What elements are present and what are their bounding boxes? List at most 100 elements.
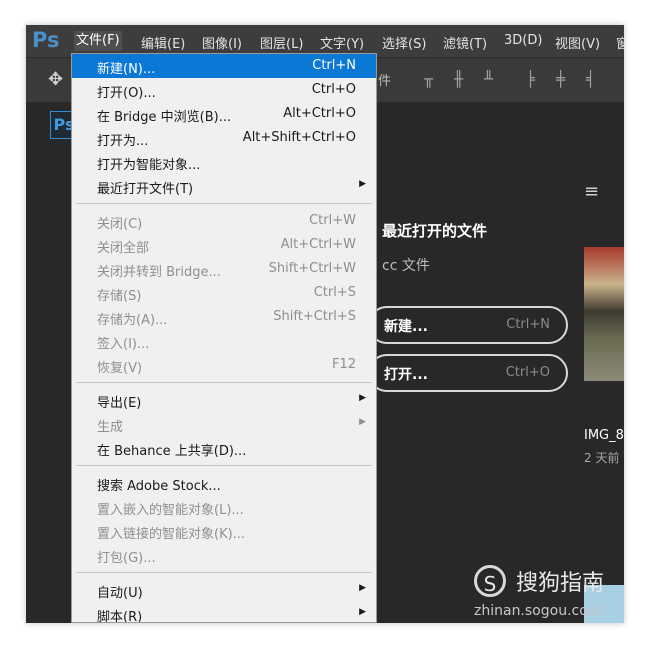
submenu-arrow-icon: ▶ [359, 607, 366, 617]
options-partial-label: 件 [378, 74, 392, 89]
menu-item-label: 打开(O)... [97, 86, 156, 101]
recent-file-thumbnail[interactable] [584, 247, 624, 381]
menu-item-label: 恢复(V) [97, 361, 143, 376]
menu-open-as[interactable]: 打开为... Alt+Shift+Ctrl+O [72, 126, 376, 150]
menu-file[interactable]: 文件(F) [74, 31, 122, 51]
recent-file-name[interactable]: IMG_8 [584, 428, 624, 443]
menu-item-label: 新建(N)... [97, 62, 156, 77]
menu-close: 关闭(C) Ctrl+W [72, 209, 376, 233]
menu-place-linked: 置入链接的智能对象(K)... [72, 519, 376, 543]
menu-package: 打包(G)... [72, 543, 376, 567]
new-file-shortcut: Ctrl+N [506, 317, 550, 332]
menu-item-shortcut: Alt+Ctrl+O [283, 106, 356, 121]
submenu-arrow-icon: ▶ [359, 393, 366, 403]
menu-export[interactable]: 导出(E) ▶ [72, 388, 376, 412]
menu-item-shortcut: F12 [331, 357, 356, 372]
menu-item-label: 存储(S) [97, 289, 142, 304]
menu-item-shortcut: Ctrl+W [309, 213, 356, 228]
menu-automate[interactable]: 自动(U) ▶ [72, 578, 376, 602]
menu-open[interactable]: 打开(O)... Ctrl+O [72, 78, 376, 102]
new-file-label: 新建... [384, 319, 428, 335]
menu-view[interactable]: 视图(V) [555, 33, 600, 52]
menu-image[interactable]: 图像(I) [202, 33, 242, 52]
menu-item-label: 存储为(A)... [97, 313, 168, 328]
watermark-text: 搜狗指南 [516, 571, 605, 596]
menu-recent-files[interactable]: 最近打开文件(T) ▶ [72, 174, 376, 198]
submenu-arrow-icon: ▶ [359, 583, 366, 593]
menu-item-shortcut: Ctrl+O [311, 82, 356, 97]
photoshop-window: Ps 文件(F) 编辑(E) 图像(I) 图层(L) 文字(Y) 选择(S) 滤… [26, 25, 624, 623]
watermark-url: zhinan.sogou.com [474, 603, 602, 619]
menu-close-goto-bridge: 关闭并转到 Bridge... Shift+Ctrl+W [72, 257, 376, 281]
file-menu-dropdown: 新建(N)... Ctrl+N 打开(O)... Ctrl+O 在 Bridge… [71, 53, 377, 623]
menu-item-label: 置入链接的智能对象(K)... [97, 527, 246, 542]
menu-window[interactable]: 窗 [616, 33, 624, 52]
align-right-icon[interactable]: ╡ [586, 70, 595, 88]
menu-new[interactable]: 新建(N)... Ctrl+N [72, 54, 376, 78]
cc-files-link[interactable]: cc 文件 [382, 255, 430, 275]
menu-item-shortcut: Shift+Ctrl+S [273, 309, 356, 324]
menu-close-all: 关闭全部 Alt+Ctrl+W [72, 233, 376, 257]
menu-item-label: 打开为... [97, 134, 149, 149]
menu-item-label: 在 Behance 上共享(D)... [97, 444, 247, 459]
menu-open-smart-object[interactable]: 打开为智能对象... [72, 150, 376, 174]
photoshop-logo: Ps [32, 28, 60, 52]
menu-search-stock[interactable]: 搜索 Adobe Stock... [72, 471, 376, 495]
menu-item-label: 生成 [97, 420, 124, 435]
new-file-button[interactable]: 新建... Ctrl+N [368, 306, 568, 344]
menu-place-embedded: 置入嵌入的智能对象(L)... [72, 495, 376, 519]
open-file-shortcut: Ctrl+O [505, 365, 550, 380]
menu-item-label: 搜索 Adobe Stock... [97, 479, 221, 494]
menu-3d[interactable]: 3D(D) [504, 33, 542, 48]
menu-item-shortcut: Alt+Ctrl+W [280, 237, 356, 252]
menu-separator [72, 198, 376, 209]
recent-files-title: 最近打开的文件 [382, 222, 488, 240]
align-top-icon[interactable]: ╥ [424, 70, 433, 88]
menu-item-label: 脚本(R) [97, 610, 143, 623]
align-bottom-icon[interactable]: ╨ [484, 70, 493, 88]
submenu-arrow-icon: ▶ [359, 417, 366, 427]
recent-file-time: 2 天前 [584, 451, 620, 465]
menu-revert: 恢复(V) F12 [72, 353, 376, 377]
menu-select[interactable]: 选择(S) [382, 33, 426, 52]
menu-filter[interactable]: 滤镜(T) [443, 33, 487, 52]
open-file-label: 打开... [384, 367, 428, 383]
align-vcenter-icon[interactable]: ╫ [454, 70, 463, 88]
menu-item-label: 关闭全部 [97, 241, 150, 256]
menu-item-label: 关闭并转到 Bridge... [97, 265, 221, 280]
menu-separator [72, 567, 376, 578]
menu-item-label: 关闭(C) [97, 217, 143, 232]
menu-save-as: 存储为(A)... Shift+Ctrl+S [72, 305, 376, 329]
menu-item-label: 在 Bridge 中浏览(B)... [97, 110, 232, 125]
menu-item-label: 打包(G)... [97, 551, 156, 566]
menu-separator [72, 377, 376, 388]
menu-type[interactable]: 文字(Y) [320, 33, 364, 52]
menu-item-label: 自动(U) [97, 586, 143, 601]
align-hcenter-icon[interactable]: ╪ [556, 70, 565, 88]
menu-browse-bridge[interactable]: 在 Bridge 中浏览(B)... Alt+Ctrl+O [72, 102, 376, 126]
menu-share-behance[interactable]: 在 Behance 上共享(D)... [72, 436, 376, 460]
menu-item-shortcut: Shift+Ctrl+W [268, 261, 356, 276]
menu-item-label: 置入嵌入的智能对象(L)... [97, 503, 244, 518]
menu-item-label: 打开为智能对象... [97, 158, 201, 173]
menu-separator [72, 460, 376, 471]
sogou-logo-icon: S [474, 565, 506, 597]
menu-item-label: 导出(E) [97, 396, 142, 411]
menu-layer[interactable]: 图层(L) [260, 33, 303, 52]
menu-item-label: 签入(I)... [97, 337, 150, 352]
menu-edit[interactable]: 编辑(E) [141, 33, 185, 52]
menu-generate: 生成 ▶ [72, 412, 376, 436]
menu-check-in: 签入(I)... [72, 329, 376, 353]
align-left-icon[interactable]: ╞ [526, 70, 535, 88]
menu-item-shortcut: Alt+Shift+Ctrl+O [242, 130, 356, 145]
menu-item-label: 最近打开文件(T) [97, 182, 194, 197]
submenu-arrow-icon: ▶ [359, 179, 366, 189]
open-file-button[interactable]: 打开... Ctrl+O [368, 354, 568, 392]
menu-scripts[interactable]: 脚本(R) ▶ [72, 602, 376, 623]
menu-item-shortcut: Ctrl+S [313, 285, 356, 300]
menu-item-shortcut: Ctrl+N [312, 58, 356, 73]
list-view-icon[interactable]: ≡ [584, 181, 599, 202]
menu-save: 存储(S) Ctrl+S [72, 281, 376, 305]
sogou-watermark: S 搜狗指南 zhinan.sogou.com [474, 563, 624, 623]
move-tool-icon[interactable]: ✥ [48, 69, 63, 90]
